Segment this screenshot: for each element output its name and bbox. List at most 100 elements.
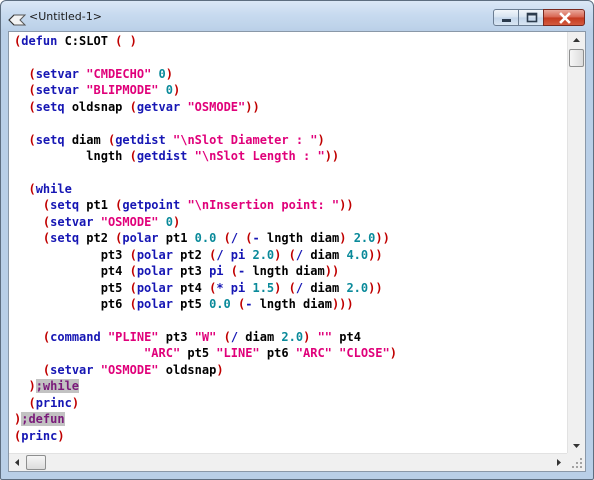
- title-bar[interactable]: <Untitled-1>: [1, 1, 593, 31]
- code-line[interactable]: "ARC" pt5 "LINE" pt6 "ARC" "CLOSE"): [14, 345, 397, 361]
- code-token-symbol: pt6: [259, 346, 296, 361]
- code-line[interactable]: (setq oldsnap (getvar "OSMODE")): [14, 99, 397, 115]
- resize-grip-icon[interactable]: [567, 453, 585, 471]
- code-token-paren: ): [389, 346, 397, 361]
- code-token-paren: )): [245, 99, 260, 114]
- code-token-string: "\nInsertion point: ": [187, 198, 340, 213]
- code-token-symbol: oldsnap: [158, 362, 217, 377]
- code-token-symbol: [224, 264, 231, 278]
- code-token-symbol: [14, 83, 28, 97]
- arrow-up-icon[interactable]: [568, 32, 585, 49]
- code-token-symbol: [310, 330, 317, 344]
- code-line[interactable]: (princ): [14, 395, 397, 411]
- code-line[interactable]: (princ): [14, 428, 397, 444]
- code-token-paren: (: [28, 99, 36, 114]
- close-button[interactable]: [543, 9, 585, 26]
- code-token-symbol: [187, 149, 194, 163]
- code-token-comment: ;defun: [21, 412, 65, 427]
- code-token-symbol: pt5: [180, 346, 217, 361]
- code-line[interactable]: [14, 165, 397, 181]
- code-token-string: "CLOSE": [339, 346, 390, 361]
- code-line[interactable]: [14, 312, 397, 328]
- code-text[interactable]: (defun C:SLOT ( ) (setvar "CMDECHO" 0) (…: [14, 33, 397, 444]
- code-token-paren: ): [317, 132, 325, 147]
- code-token-string: "\nSlot Diameter : ": [173, 132, 318, 147]
- code-token-symbol: lngth: [14, 149, 130, 164]
- code-line[interactable]: (setvar "BLIPMODE" 0): [14, 82, 397, 98]
- code-token-symbol: [94, 363, 101, 377]
- code-line[interactable]: (defun C:SLOT ( ): [14, 33, 397, 49]
- code-token-symbol: [166, 133, 173, 147]
- code-token-string: "ARC": [144, 346, 181, 361]
- code-token-number: 0: [165, 214, 173, 229]
- maximize-button[interactable]: [518, 9, 544, 26]
- code-line[interactable]: [14, 49, 397, 65]
- code-line[interactable]: pt4 (polar pt3 pi (- lngth diam)): [14, 263, 397, 279]
- vertical-scroll-thumb[interactable]: [569, 49, 584, 67]
- code-token-paren: (: [28, 395, 36, 410]
- code-token-keyword: setq: [50, 198, 80, 213]
- code-line[interactable]: (setvar "CMDECHO" 0): [14, 66, 397, 82]
- code-token-string: "OSMODE": [100, 214, 159, 229]
- code-token-number: 2.0: [252, 247, 275, 262]
- code-token-paren: (: [129, 280, 137, 295]
- code-token-keyword: setq: [35, 132, 65, 147]
- code-token-symbol: pt4: [172, 280, 210, 295]
- code-token-symbol: [14, 215, 43, 229]
- code-line[interactable]: lngth (getdist "\nSlot Length : ")): [14, 148, 397, 164]
- code-token-keyword: *: [216, 280, 224, 295]
- code-token-symbol: [216, 231, 223, 245]
- code-token-paren: (: [129, 297, 137, 311]
- code-token-symbol: pt1: [158, 231, 195, 246]
- code-token-number: 0: [165, 83, 173, 98]
- code-token-symbol: pt3: [172, 264, 210, 279]
- code-token-keyword: polar: [122, 231, 159, 246]
- code-token-keyword: polar: [136, 264, 173, 279]
- code-line[interactable]: (setq pt2 (polar pt1 0.0 (/ (- lngth dia…: [14, 230, 397, 246]
- code-token-paren: (: [288, 247, 296, 262]
- code-token-symbol: [14, 379, 28, 393]
- horizontal-scroll-thumb[interactable]: [26, 455, 46, 470]
- code-line[interactable]: );while: [14, 378, 397, 394]
- horizontal-scrollbar[interactable]: [9, 453, 568, 471]
- code-line[interactable]: (setvar "OSMODE" 0): [14, 214, 397, 230]
- vertical-scrollbar[interactable]: [567, 32, 585, 455]
- code-token-keyword: defun: [21, 34, 58, 48]
- code-token-paren: )): [368, 280, 383, 295]
- arrow-left-icon[interactable]: [9, 454, 26, 471]
- code-token-paren: (: [129, 99, 137, 114]
- arrow-right-icon[interactable]: [550, 454, 567, 471]
- code-token-symbol: [122, 34, 129, 48]
- code-token-paren: )): [375, 231, 390, 246]
- code-token-keyword: -: [252, 231, 260, 246]
- code-editor[interactable]: (defun C:SLOT ( ) (setvar "CMDECHO" 0) (…: [9, 32, 568, 455]
- code-token-keyword: pi: [230, 280, 246, 295]
- code-line[interactable]: (setvar "OSMODE" oldsnap): [14, 362, 397, 378]
- code-line[interactable]: (setq pt1 (getpoint "\nInsertion point: …: [14, 197, 397, 213]
- code-token-symbol: [224, 281, 231, 295]
- code-line[interactable]: [14, 115, 397, 131]
- code-token-paren: (: [28, 83, 36, 98]
- code-token-paren: (: [28, 181, 36, 196]
- code-token-paren: (: [230, 264, 238, 279]
- code-line[interactable]: );defun: [14, 411, 397, 427]
- code-token-string: "\nSlot Length : ": [194, 149, 325, 164]
- arrow-down-icon[interactable]: [568, 437, 585, 454]
- code-line[interactable]: (setq diam (getdist "\nSlot Diameter : "…: [14, 132, 397, 148]
- code-line[interactable]: pt5 (polar pt4 (* pi 1.5) (/ diam 2.0)): [14, 280, 397, 296]
- code-token-keyword: polar: [136, 280, 173, 295]
- code-line[interactable]: pt6 (polar pt5 0.0 (- lngth diam))): [14, 296, 397, 312]
- code-token-paren: (: [223, 329, 231, 344]
- minimize-button[interactable]: [493, 9, 519, 26]
- code-token-keyword: /: [230, 329, 239, 344]
- code-line[interactable]: (command "PLINE" pt3 "W" (/ diam 2.0) ""…: [14, 329, 397, 345]
- code-token-keyword: getdist: [115, 132, 166, 147]
- code-token-paren: (: [129, 149, 137, 164]
- code-token-symbol: pt4: [14, 264, 130, 279]
- code-token-symbol: pt2: [79, 231, 116, 246]
- code-line[interactable]: (while: [14, 181, 397, 197]
- code-line[interactable]: pt3 (polar pt2 (/ pi 2.0) (/ diam 4.0)): [14, 247, 397, 263]
- code-token-paren: ): [173, 83, 181, 98]
- code-token-symbol: [159, 83, 166, 97]
- code-token-number: 4.0: [346, 247, 369, 262]
